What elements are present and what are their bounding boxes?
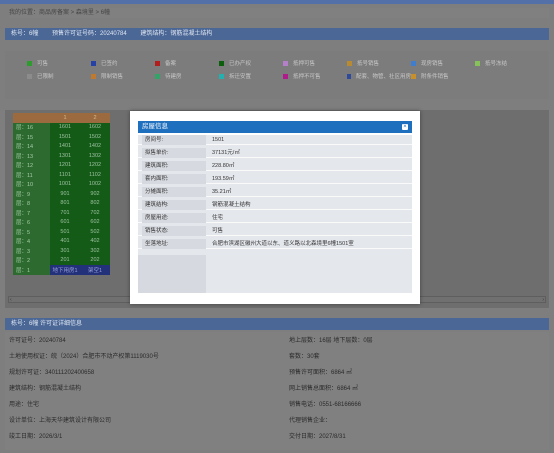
house-info-row: 套内面积: 193.59㎡ <box>138 174 412 184</box>
modal-title: 房屋信息 <box>142 123 168 130</box>
house-info-value: 228.80㎡ <box>212 163 235 169</box>
house-info-row: 建筑面积: 228.80㎡ <box>138 161 412 171</box>
house-info-key: 拟售单价: <box>142 148 206 158</box>
house-info-key: 建筑结构: <box>142 200 206 210</box>
house-info-value: 1501 <box>212 137 225 143</box>
house-info-key: 房屋用途: <box>142 213 206 223</box>
modal-title-bar: 房屋信息 × <box>138 121 412 133</box>
house-info-key: 建筑面积: <box>142 161 206 171</box>
house-info-value: 193.59㎡ <box>212 176 235 182</box>
house-info-value: 钢筋混凝土结构 <box>212 202 251 208</box>
house-info-row: 坐落地址: 合肥市滨湖区徽州大道以东、道义路以北森境里6幢1501室 <box>138 239 412 249</box>
house-info-table: 房间号: 1501 拟售单价: 37131元/㎡ 建筑面积: 228.80㎡ 套内面积: 19… <box>138 135 412 293</box>
house-info-value: 合肥市滨湖区徽州大道以东、道义路以北森境里6幢1501室 <box>212 241 354 247</box>
house-info-row: 房屋用途: 住宅 <box>138 213 412 223</box>
house-info-key: 分摊面积: <box>142 187 206 197</box>
house-info-row: 拟售单价: 37131元/㎡ <box>138 148 412 158</box>
house-info-value: 可售 <box>212 228 224 234</box>
house-info-key: 坐落地址: <box>142 239 206 249</box>
house-info-row: 建筑结构: 钢筋混凝土结构 <box>138 200 412 210</box>
house-info-row: 房间号: 1501 <box>138 135 412 145</box>
house-info-row: 销售状态: 可售 <box>138 226 412 236</box>
close-icon[interactable]: × <box>402 124 408 130</box>
house-info-modal: 房屋信息 × 房间号: 1501 拟售单价: 37131元/㎡ 建筑面积: 228.80㎡… <box>130 111 420 304</box>
house-info-key: 套内面积: <box>142 174 206 184</box>
house-info-value: 35.21㎡ <box>212 189 232 195</box>
house-info-row: 分摊面积: 35.21㎡ <box>138 187 412 197</box>
label-column-fill <box>138 255 206 293</box>
house-info-key: 房间号: <box>142 135 206 145</box>
house-info-value: 37131元/㎡ <box>212 150 240 156</box>
house-info-key: 销售状态: <box>142 226 206 236</box>
house-info-value: 住宅 <box>212 215 224 221</box>
